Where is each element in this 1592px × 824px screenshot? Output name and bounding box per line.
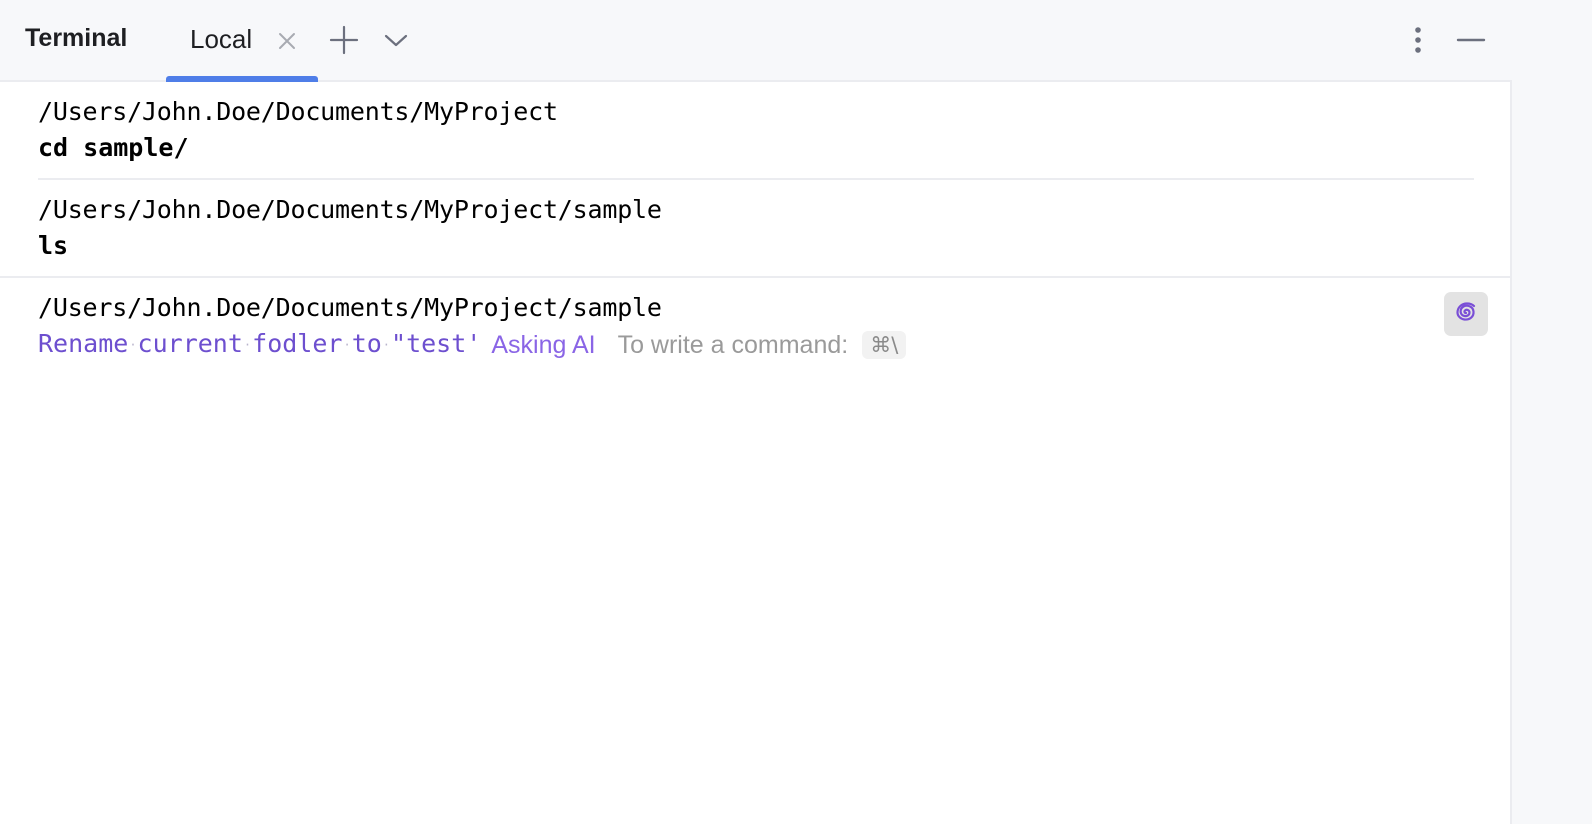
space-marker: · (382, 338, 391, 352)
terminal-toolbar: Terminal Local (0, 0, 1512, 82)
command-block[interactable]: /Users/John.Doe/Documents/MyProject cd s… (38, 94, 1478, 166)
prompt-separator (0, 276, 1512, 278)
block-separator (38, 178, 1474, 180)
tab-label: Local (190, 24, 253, 54)
ai-query-text: Rename·current·fodler·to·"test' (38, 326, 481, 363)
ai-status: Asking AI (491, 330, 596, 359)
current-directory: /Users/John.Doe/Documents/MyProject/samp… (38, 293, 662, 322)
minimize-icon[interactable] (1454, 26, 1488, 54)
more-vertical-icon[interactable] (1406, 22, 1430, 58)
space-marker: · (129, 338, 137, 352)
ai-assistant-button[interactable] (1444, 292, 1488, 336)
executed-command: ls (38, 231, 69, 260)
ai-query-word: to (351, 329, 382, 358)
ai-spiral-icon (1452, 298, 1480, 330)
tool-window-title: Terminal (25, 24, 128, 52)
active-tab-indicator (166, 76, 318, 82)
command-input[interactable]: Rename·current·fodler·to·"test' Asking A… (38, 326, 1478, 363)
terminal-panel: Terminal Local /Users/John.Doe/Documents… (0, 0, 1512, 824)
command-block[interactable]: /Users/John.Doe/Documents/MyProject/samp… (38, 192, 1478, 264)
chevron-down-icon[interactable] (382, 28, 410, 52)
working-directory: /Users/John.Doe/Documents/MyProject/samp… (38, 195, 662, 224)
plus-icon[interactable] (328, 24, 360, 56)
ai-query-word: "test' (391, 329, 482, 358)
space-marker: · (343, 338, 351, 352)
side-strip (1514, 0, 1592, 824)
shortcut-badge: ⌘\ (862, 330, 907, 359)
ai-query-word: fodler (252, 329, 343, 358)
executed-command: cd sample/ (38, 133, 189, 162)
space-marker: · (243, 338, 252, 352)
ai-query-word: Rename (38, 329, 129, 358)
tab-local[interactable]: Local (166, 0, 318, 82)
prompt-block[interactable]: /Users/John.Doe/Documents/MyProject/samp… (38, 290, 1478, 363)
close-icon[interactable] (276, 30, 298, 52)
hint-label: To write a command: (617, 330, 849, 359)
ai-query-word: current (137, 329, 243, 358)
working-directory: /Users/John.Doe/Documents/MyProject (38, 97, 558, 126)
